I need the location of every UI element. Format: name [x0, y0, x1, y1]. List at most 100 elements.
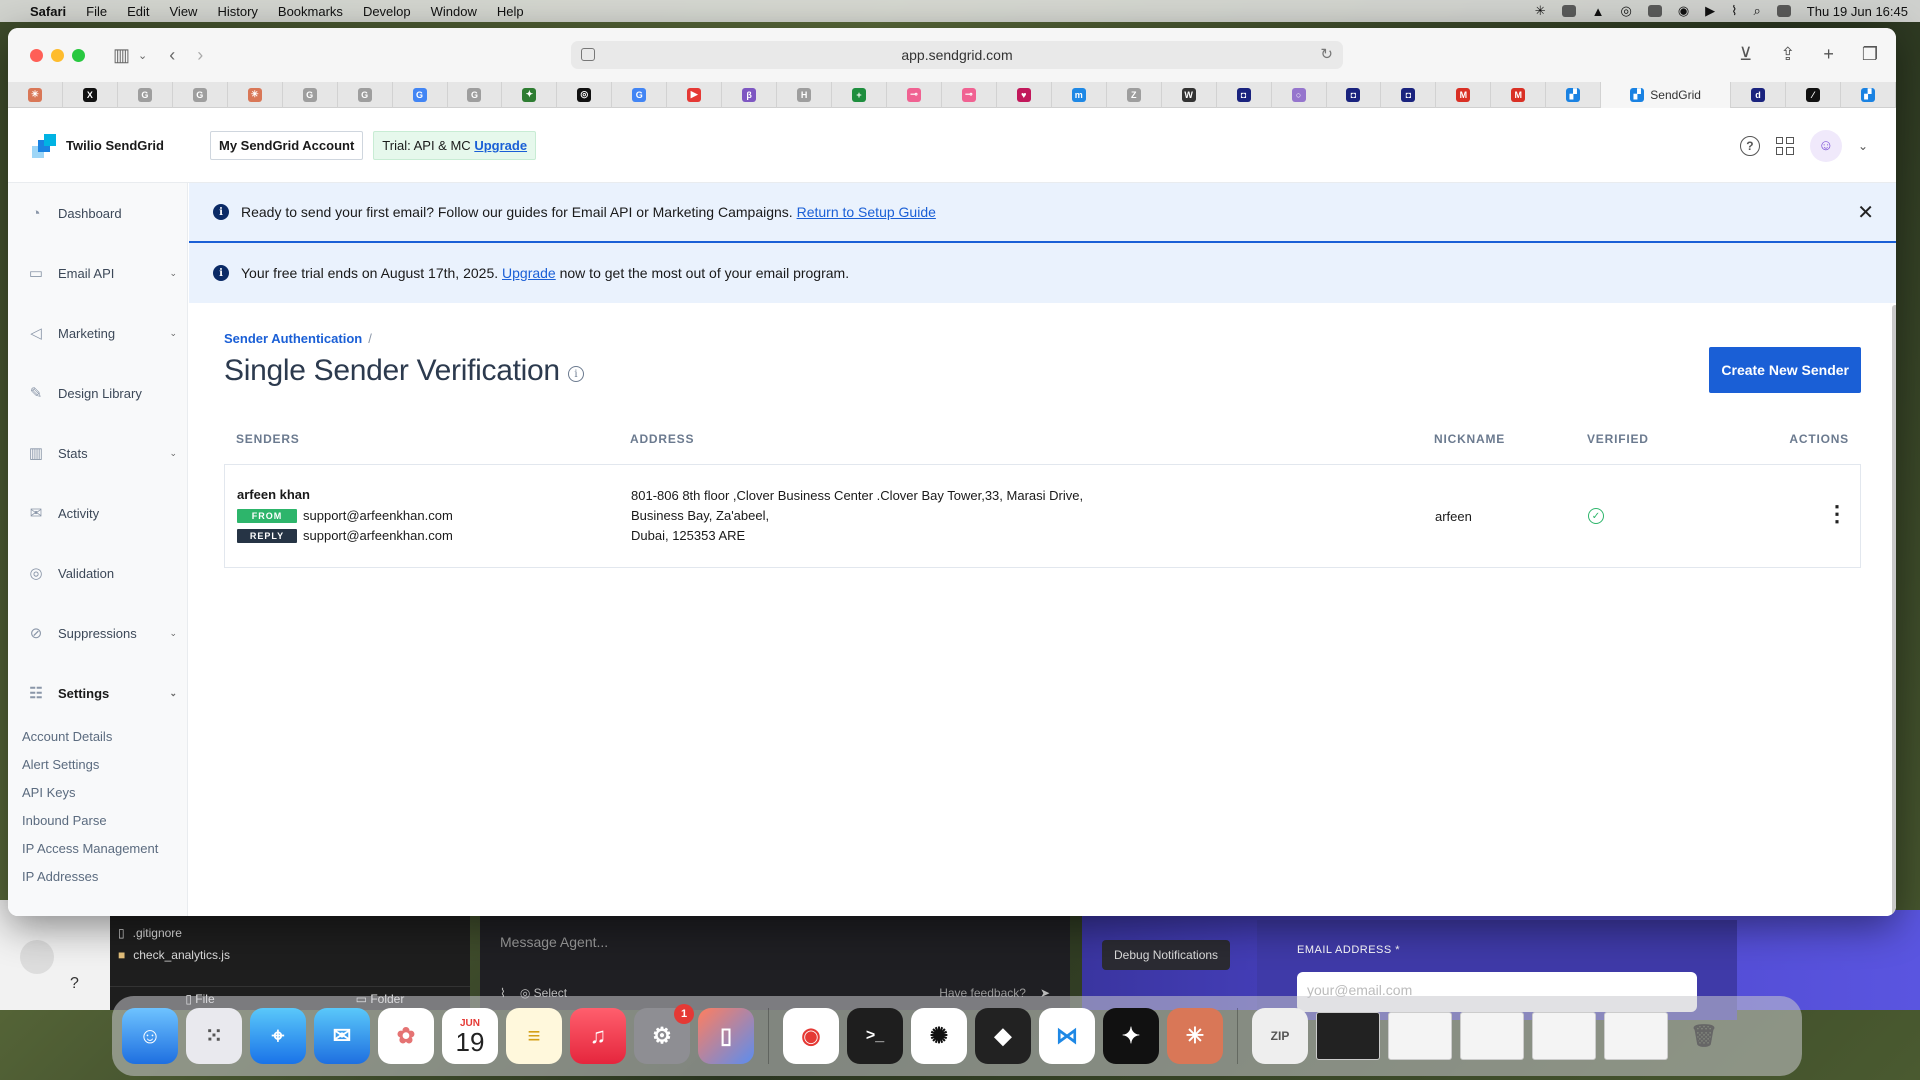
sidebar-item-validation[interactable]: ◎ Validation [8, 543, 187, 603]
play-status-icon[interactable]: ▶ [1705, 3, 1715, 19]
browser-tab[interactable]: m [1052, 81, 1107, 108]
wifi-off-icon[interactable]: ⌇ [1731, 3, 1737, 19]
finder-icon[interactable]: ☺ [122, 1008, 178, 1064]
browser-tab[interactable]: G [338, 81, 393, 108]
help-icon[interactable]: ? [1739, 135, 1760, 156]
launchpad-icon[interactable]: ⁙ [186, 1008, 242, 1064]
return-to-setup-link[interactable]: Return to Setup Guide [797, 204, 936, 220]
user-avatar-icon[interactable]: ☺ [1809, 129, 1842, 162]
ai-sparkle-icon[interactable]: ✦ [1103, 1008, 1159, 1064]
minimized-window-thumbnail[interactable] [1316, 1012, 1380, 1060]
sendgrid-logo[interactable]: Twilio SendGrid [32, 133, 164, 158]
claude-icon[interactable]: ✳ [1167, 1008, 1223, 1064]
browser-tab[interactable]: ✳ [228, 81, 283, 108]
chrome-icon[interactable]: ◉ [783, 1008, 839, 1064]
site-settings-icon[interactable] [581, 48, 595, 61]
browser-tab[interactable]: G [393, 81, 448, 108]
browser-tab[interactable]: ⁄ [1786, 81, 1841, 108]
browser-tab[interactable]: ♥ [997, 81, 1052, 108]
sidebar-item-email-api[interactable]: ▭ Email API ⌄ [8, 243, 187, 303]
archive-zip-icon[interactable]: ZIP [1252, 1008, 1308, 1064]
trial-upgrade-link[interactable]: Upgrade [502, 265, 556, 281]
chevron-down-icon[interactable]: ⌄ [1858, 139, 1868, 153]
browser-tab[interactable]: ○ [1272, 81, 1327, 108]
browser-tab[interactable]: ▞ [1841, 81, 1896, 108]
sidebar-toggle-icon[interactable]: ▥ [113, 45, 130, 66]
sidebar-item-suppressions[interactable]: ⊘ Suppressions ⌄ [8, 603, 187, 663]
menu-help[interactable]: Help [497, 4, 524, 19]
my-account-button[interactable]: My SendGrid Account [209, 131, 364, 160]
browser-tab[interactable]: X [63, 81, 118, 108]
browser-tab[interactable]: ✳ [8, 81, 63, 108]
browser-tab[interactable]: Z [1107, 81, 1162, 108]
address-bar[interactable]: app.sendgrid.com ↻ [571, 41, 1343, 69]
battery-icon[interactable] [1647, 5, 1662, 17]
cursor-icon[interactable]: ◆ [975, 1008, 1031, 1064]
browser-tab[interactable]: ◘ [1381, 81, 1437, 108]
calendar-icon[interactable]: JUN 19 [442, 1008, 498, 1064]
browser-tab[interactable]: G [173, 81, 228, 108]
browser-tab[interactable]: M [1491, 81, 1547, 108]
menu-edit[interactable]: Edit [127, 4, 149, 19]
sidebar-item-dashboard[interactable]: ◔ Dashboard [8, 183, 187, 243]
browser-tab[interactable]: ⊸ [942, 81, 997, 108]
browser-tab[interactable]: ◘ [1327, 81, 1382, 108]
minimized-window-thumbnail[interactable] [1604, 1012, 1668, 1060]
settings-subitem-inbound-parse[interactable]: Inbound Parse [22, 807, 187, 835]
settings-subitem-ip-addresses[interactable]: IP Addresses [22, 863, 187, 891]
agent-message-input[interactable]: Message Agent... [480, 910, 1070, 950]
breadcrumb-sender-auth[interactable]: Sender Authentication [224, 331, 362, 346]
vscode-icon[interactable]: ⋈ [1039, 1008, 1095, 1064]
active-tab-sendgrid[interactable]: ▞ SendGrid [1601, 81, 1732, 108]
chevron-down-icon[interactable]: ⌄ [138, 49, 147, 62]
browser-tab[interactable]: H [777, 81, 833, 108]
trash-icon[interactable]: 🗑 [1676, 1008, 1732, 1064]
browser-tab[interactable]: d [1731, 81, 1786, 108]
settings-subitem-api-keys[interactable]: API Keys [22, 779, 187, 807]
reload-icon[interactable]: ↻ [1320, 45, 1333, 63]
vpn-icon[interactable]: ▲ [1592, 4, 1605, 19]
create-new-sender-button[interactable]: Create New Sender [1709, 347, 1861, 393]
browser-tab[interactable]: ⊸ [887, 81, 942, 108]
browser-tab[interactable]: G [118, 81, 173, 108]
page-scrollbar[interactable] [1892, 305, 1896, 916]
minimize-window-button[interactable] [51, 48, 64, 62]
trial-upgrade-link[interactable]: Upgrade [474, 138, 527, 153]
background-help-icon[interactable]: ? [70, 975, 79, 993]
zoom-window-button[interactable] [72, 48, 85, 62]
browser-tab[interactable]: ◎ [557, 81, 613, 108]
debug-notifications-button[interactable]: Debug Notifications [1102, 940, 1231, 970]
claude-status-icon[interactable]: ✳ [1535, 3, 1546, 19]
spotlight-search-icon[interactable]: ⌕ [1754, 3, 1761, 19]
more-actions-icon[interactable]: ⋮ [1826, 501, 1848, 526]
browser-tab[interactable]: G [448, 81, 503, 108]
control-icon[interactable] [1561, 5, 1576, 17]
sidebar-item-activity[interactable]: ✉ Activity [8, 483, 187, 543]
terminal-icon[interactable]: >_ [847, 1008, 903, 1064]
user-status-icon[interactable]: ◉ [1678, 3, 1689, 19]
app-switcher-icon[interactable] [1775, 136, 1794, 155]
openai-status-icon[interactable]: ◎ [1620, 3, 1631, 19]
share-icon[interactable]: ⇪ [1780, 44, 1795, 65]
browser-tab[interactable]: + [832, 81, 887, 108]
browser-tab[interactable]: M [1436, 81, 1492, 108]
iphone-mirroring-icon[interactable]: ▯ [698, 1008, 754, 1064]
browser-tab[interactable]: W [1162, 81, 1217, 108]
close-window-button[interactable] [30, 48, 43, 62]
photos-icon[interactable]: ✿ [378, 1008, 434, 1064]
menu-view[interactable]: View [170, 4, 198, 19]
sidebar-item-stats[interactable]: ▥ Stats ⌄ [8, 423, 187, 483]
minimized-window-thumbnail[interactable] [1532, 1012, 1596, 1060]
browser-tab[interactable]: β [722, 81, 778, 108]
new-tab-icon[interactable]: + [1823, 44, 1834, 65]
chatgpt-icon[interactable]: ✺ [911, 1008, 967, 1064]
browser-tab[interactable]: G [283, 81, 338, 108]
system-settings-icon[interactable]: ⚙ 1 [634, 1004, 694, 1064]
menu-window[interactable]: Window [431, 4, 477, 19]
sidebar-item-design-library[interactable]: ✎ Design Library [8, 363, 187, 423]
browser-tab[interactable]: G [612, 81, 668, 108]
mail-icon[interactable]: ✉ [314, 1008, 370, 1064]
downloads-icon[interactable]: ⊻ [1739, 44, 1752, 65]
sidebar-item-settings[interactable]: ☷ Settings ⌄ [8, 663, 187, 723]
minimized-window-thumbnail[interactable] [1388, 1012, 1452, 1060]
